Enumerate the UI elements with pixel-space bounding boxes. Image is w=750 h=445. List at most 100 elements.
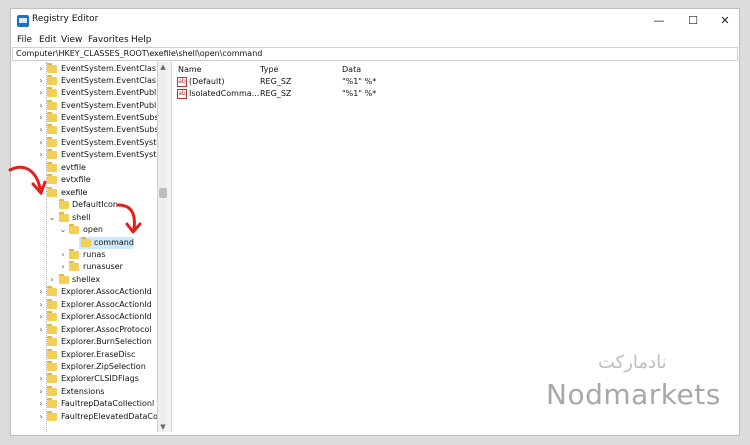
folder-icon (69, 224, 79, 234)
tree-item[interactable]: › EventSystem.EventClas (11, 63, 158, 75)
chevron-right-icon[interactable]: › (37, 311, 45, 323)
tree-item-label: command (94, 238, 134, 247)
tree-item-shellex[interactable]: › shellex (11, 274, 158, 286)
chevron-right-icon[interactable]: › (37, 299, 45, 311)
tree-item-label: Explorer.AssocProtocol (61, 325, 152, 334)
folder-icon (69, 261, 79, 271)
tree-item[interactable]: › FaultrepDataCollectionl (11, 398, 158, 410)
tree-item-label: Explorer.AssocActionId (61, 287, 152, 296)
tree-item[interactable]: › Extensions (11, 386, 158, 398)
folder-icon (59, 212, 69, 222)
values-pane: Name Type Data ab (Default) REG_SZ "%1" … (173, 62, 738, 432)
value-type: REG_SZ (260, 77, 292, 86)
chevron-right-icon[interactable]: › (37, 373, 45, 385)
address-bar[interactable]: Computer\HKEY_CLASSES_ROOT\exefile\shell… (12, 47, 738, 61)
menu-edit[interactable]: Edit (39, 35, 56, 45)
tree-item-label: EventSystem.EventClas (61, 64, 157, 73)
folder-icon (47, 361, 57, 371)
chevron-right-icon[interactable]: › (37, 112, 45, 124)
value-data: "%1" %* (342, 89, 377, 98)
tree-item[interactable]: › EventSystem.EventPubl (11, 100, 158, 112)
chevron-right-icon[interactable]: › (37, 100, 45, 112)
tree-item-label: EventSystem.EventPubl (61, 88, 157, 97)
chevron-right-icon[interactable]: › (37, 124, 45, 136)
minimize-button[interactable]: — (644, 9, 674, 33)
chevron-right-icon[interactable]: › (37, 324, 45, 336)
chevron-right-icon[interactable]: › (37, 75, 45, 87)
string-value-icon: ab (177, 89, 187, 99)
chevron-down-icon[interactable]: ⌄ (48, 212, 56, 224)
chevron-right-icon[interactable]: › (37, 286, 45, 298)
chevron-down-icon[interactable]: ⌄ (59, 224, 67, 236)
tree-item-label: Explorer.EraseDisc (61, 350, 136, 359)
scroll-down-icon[interactable]: ▼ (159, 422, 167, 432)
tree-item[interactable]: › Explorer.AssocActionId (11, 311, 158, 323)
column-type[interactable]: Type (260, 65, 278, 74)
maximize-button[interactable]: ☐ (678, 9, 708, 33)
folder-icon (47, 349, 57, 359)
tree-item[interactable]: › EventSystem.EventPubl (11, 87, 158, 99)
tree-item-command-selected[interactable]: command (79, 237, 134, 249)
folder-icon (47, 286, 57, 296)
folder-icon (47, 398, 57, 408)
tree-item-label: open (83, 225, 103, 234)
folder-icon (47, 63, 57, 73)
value-name: IsolatedComma... (189, 89, 260, 98)
close-button[interactable]: ✕ (710, 9, 739, 33)
tree-item-label: EventSystem.EventPubl (61, 101, 157, 110)
chevron-right-icon[interactable]: › (37, 137, 45, 149)
scroll-thumb[interactable] (159, 188, 167, 198)
value-row[interactable]: ab IsolatedComma... REG_SZ "%1" %* (173, 88, 733, 100)
tree-item[interactable]: › Explorer.AssocActionId (11, 299, 158, 311)
menu-favorites[interactable]: Favorites (88, 35, 129, 45)
tree-item-label: Explorer.AssocActionId (61, 312, 152, 321)
tree-item[interactable]: Explorer.ZipSelection (11, 361, 158, 373)
tree-item[interactable]: Explorer.BurnSelection (11, 336, 158, 348)
chevron-right-icon[interactable]: › (37, 411, 45, 423)
tree-item[interactable]: › Explorer.AssocActionId (11, 286, 158, 298)
value-row[interactable]: ab (Default) REG_SZ "%1" %* (173, 76, 733, 88)
tree-item-runasuser[interactable]: › runasuser (11, 261, 158, 273)
folder-icon (47, 162, 57, 172)
menu-view[interactable]: View (61, 35, 82, 45)
registry-tree[interactable]: › EventSystem.EventClas › EventSystem.Even… (11, 62, 158, 432)
tree-item-label: runasuser (83, 262, 123, 271)
column-name[interactable]: Name (178, 65, 202, 74)
chevron-right-icon[interactable]: › (59, 261, 67, 273)
folder-icon (47, 174, 57, 184)
chevron-right-icon[interactable]: › (37, 87, 45, 99)
tree-item[interactable]: › EventSystem.EventSubs (11, 124, 158, 136)
folder-icon (69, 249, 79, 259)
folder-icon (47, 137, 57, 147)
tree-scrollbar[interactable]: ▲ ▼ (157, 62, 167, 432)
window-title: Registry Editor (32, 14, 99, 24)
menu-help[interactable]: Help (131, 35, 152, 45)
chevron-right-icon[interactable]: › (59, 249, 67, 261)
folder-icon (47, 386, 57, 396)
watermark-logo-text: Nodmarkets (546, 378, 721, 411)
chevron-right-icon[interactable]: › (37, 63, 45, 75)
tree-item-label: FaultrepElevatedDataCo (61, 412, 158, 421)
tree-item-label: shellex (72, 275, 101, 284)
folder-icon (47, 299, 57, 309)
chevron-right-icon[interactable]: › (37, 386, 45, 398)
value-name: (Default) (189, 77, 225, 86)
tree-item[interactable]: Explorer.EraseDisc (11, 349, 158, 361)
tree-item[interactable]: › EventSystem.EventSubs (11, 112, 158, 124)
menu-file[interactable]: File (17, 35, 32, 45)
tree-item-runas[interactable]: › runas (11, 249, 158, 261)
tree-item[interactable]: › FaultrepElevatedDataCo (11, 411, 158, 423)
tree-item[interactable]: › Explorer.AssocProtocol (11, 324, 158, 336)
chevron-right-icon[interactable]: › (37, 398, 45, 410)
tree-item[interactable]: › EventSystem.EventSyste (11, 137, 158, 149)
column-data[interactable]: Data (342, 65, 361, 74)
title-bar: Registry Editor — ☐ ✕ (11, 9, 739, 33)
tree-item-label: Explorer.ZipSelection (61, 362, 146, 371)
scroll-up-icon[interactable]: ▲ (159, 62, 167, 72)
pane-splitter[interactable] (167, 62, 172, 432)
chevron-right-icon[interactable]: › (48, 274, 56, 286)
tree-item[interactable]: › ExplorerCLSIDFlags (11, 373, 158, 385)
folder-icon (47, 187, 57, 197)
tree-item-label: DefaultIcon (72, 200, 118, 209)
tree-item[interactable]: › EventSystem.EventClas (11, 75, 158, 87)
